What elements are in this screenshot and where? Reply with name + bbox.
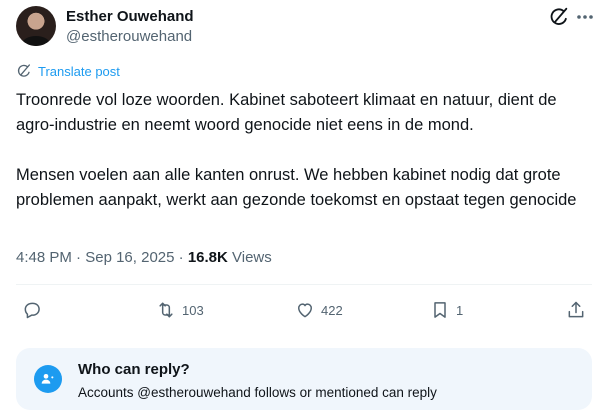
mention-person-icon	[34, 365, 62, 393]
meta-separator: ·	[174, 249, 188, 266]
grok-icon	[17, 64, 30, 77]
translate-post-link[interactable]: Translate post	[16, 63, 120, 79]
reply-button[interactable]	[22, 300, 42, 320]
meta-separator: ·	[71, 249, 86, 266]
who-can-reply-box: Who can reply? Accounts @estherouwehand …	[16, 348, 592, 410]
post-time[interactable]: 4:48 PM	[16, 249, 72, 266]
grok-icon[interactable]	[548, 6, 570, 28]
like-button[interactable]: 422	[295, 300, 343, 320]
like-count: 422	[321, 302, 343, 318]
bookmark-icon	[434, 302, 446, 318]
views-count: 16.8K	[187, 249, 228, 266]
who-can-reply-subtitle: Accounts @estherouwehand follows or ment…	[78, 385, 437, 400]
translate-label[interactable]: Translate post	[38, 64, 120, 79]
bookmark-count: 1	[456, 302, 464, 318]
more-icon[interactable]	[575, 6, 595, 28]
retweet-button[interactable]: 103	[156, 300, 204, 320]
post-date[interactable]: Sep 16, 2025	[85, 249, 174, 266]
retweet-count: 103	[182, 302, 204, 318]
heart-icon	[298, 303, 312, 318]
share-button[interactable]	[566, 300, 586, 320]
author-name[interactable]: Esther Ouwehand	[66, 8, 194, 25]
views-label: Views	[232, 249, 272, 266]
post-text: Troonrede vol loze woorden. Kabinet sabo…	[16, 91, 577, 209]
reply-icon	[24, 302, 40, 319]
bookmark-button[interactable]: 1	[430, 300, 463, 320]
who-can-reply-title: Who can reply?	[78, 361, 190, 378]
divider	[16, 284, 592, 285]
retweet-icon	[159, 302, 173, 318]
share-icon	[568, 301, 584, 318]
author-handle[interactable]: @estherouwehand	[66, 28, 192, 45]
post-meta: 4:48 PM · Sep 16, 2025 · 16.8K Views	[16, 249, 272, 266]
avatar[interactable]	[16, 6, 56, 46]
